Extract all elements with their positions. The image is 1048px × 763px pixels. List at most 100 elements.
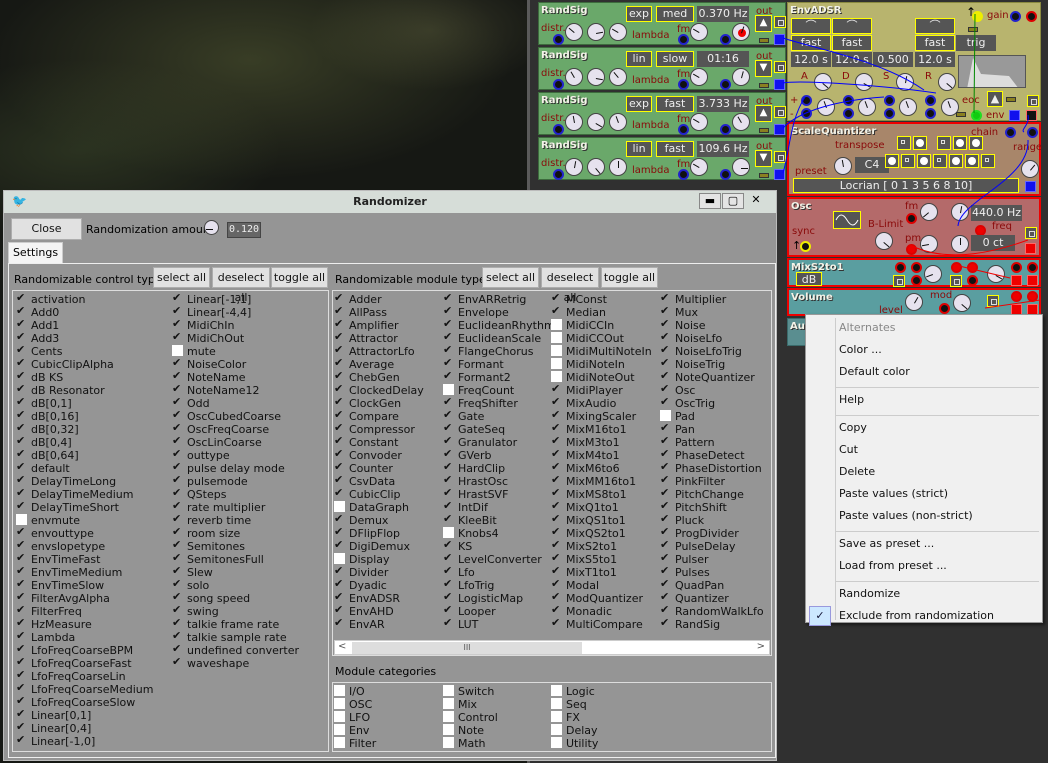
checkbox[interactable]: [334, 553, 345, 564]
checkbox-item[interactable]: FilterAvgAlpha: [16, 590, 110, 605]
checkbox-item[interactable]: LFO: [334, 711, 370, 724]
checkbox-item[interactable]: MixMS8to1: [551, 486, 627, 501]
checkbox[interactable]: [172, 291, 183, 304]
checkbox[interactable]: [660, 486, 671, 499]
checkbox[interactable]: [551, 486, 562, 499]
checkbox-item[interactable]: I/O: [334, 685, 365, 698]
checkbox[interactable]: [334, 603, 345, 616]
checkbox[interactable]: [16, 356, 27, 369]
checkbox-item[interactable]: MixS2to1: [551, 538, 617, 553]
checkbox[interactable]: [172, 629, 183, 642]
checkbox-item[interactable]: CubicClipAlpha: [16, 356, 114, 371]
checkbox[interactable]: [16, 629, 27, 642]
checkbox-item[interactable]: MidiChIn: [172, 317, 234, 332]
checkbox[interactable]: [334, 291, 345, 304]
checkbox[interactable]: [16, 514, 27, 525]
checkbox-item[interactable]: dB[0,64]: [16, 447, 79, 462]
checkbox[interactable]: [660, 330, 671, 343]
checkbox-item[interactable]: pulsemode: [172, 473, 248, 488]
checkbox-item[interactable]: EnvTimeFast: [16, 551, 100, 566]
checkbox[interactable]: [334, 501, 345, 512]
checkbox-item[interactable]: NoiseLfo: [660, 330, 722, 345]
checkbox-item[interactable]: LogisticMap: [443, 590, 523, 605]
checkbox-item[interactable]: FreqShifter: [443, 395, 518, 410]
checkbox-item[interactable]: GateSeq: [443, 421, 505, 436]
checkbox[interactable]: [551, 737, 562, 748]
checkbox-item[interactable]: Compare: [334, 408, 399, 423]
checkbox-item[interactable]: MidiChOut: [172, 330, 244, 345]
checkbox[interactable]: [172, 564, 183, 577]
checkbox[interactable]: [334, 486, 345, 499]
checkbox[interactable]: [443, 551, 454, 564]
menu-item[interactable]: Color ...: [839, 340, 882, 360]
checkbox-item[interactable]: song speed: [172, 590, 250, 605]
checkbox[interactable]: [16, 291, 27, 304]
checkbox-item[interactable]: MidiCCIn: [551, 319, 614, 332]
checkbox-item[interactable]: PitchShift: [660, 499, 727, 514]
checkbox-item[interactable]: MixQ1to1: [551, 499, 619, 514]
checkbox-item[interactable]: DelayTimeShort: [16, 499, 119, 514]
checkbox-item[interactable]: FlangeChorus: [443, 343, 533, 358]
checkbox-item[interactable]: MixM4to1: [551, 447, 620, 462]
checkbox[interactable]: [551, 395, 562, 408]
menu-item[interactable]: Copy: [839, 418, 867, 438]
checkbox[interactable]: [660, 564, 671, 577]
randomization-amount-knob[interactable]: [204, 220, 219, 235]
checkbox[interactable]: [443, 724, 454, 735]
checkbox-item[interactable]: MixM6to6: [551, 460, 620, 475]
checkbox[interactable]: [16, 421, 27, 434]
checkbox-item[interactable]: MidiCCOut: [551, 332, 624, 345]
checkbox-item[interactable]: Delay: [551, 724, 598, 737]
checkbox[interactable]: [334, 408, 345, 421]
checkbox-item[interactable]: EnvARRetrig: [443, 291, 526, 306]
checkbox-item[interactable]: Note: [443, 724, 484, 737]
checkbox[interactable]: [172, 473, 183, 486]
checkbox[interactable]: [443, 460, 454, 473]
checkbox[interactable]: [660, 291, 671, 304]
checkbox-item[interactable]: NoiseLfoTrig: [660, 343, 742, 358]
checkbox[interactable]: [443, 486, 454, 499]
checkbox[interactable]: [16, 642, 27, 655]
menu-item[interactable]: Randomize: [839, 584, 900, 604]
checkbox-item[interactable]: ChebGen: [334, 369, 400, 384]
checkbox-item[interactable]: HardClip: [443, 460, 505, 475]
checkbox-item[interactable]: EnvADSR: [334, 590, 400, 605]
checkbox-item[interactable]: Median: [551, 304, 606, 319]
checkbox-item[interactable]: envslopetype: [16, 538, 105, 553]
checkbox[interactable]: [172, 538, 183, 551]
checkbox[interactable]: [172, 304, 183, 317]
checkbox-item[interactable]: NoteQuantizer: [660, 369, 755, 384]
checkbox-item[interactable]: Compressor: [334, 421, 415, 436]
checkbox[interactable]: [551, 724, 562, 735]
checkbox-item[interactable]: talkie sample rate: [172, 629, 287, 644]
checkbox[interactable]: [172, 616, 183, 629]
checkbox[interactable]: [551, 525, 562, 538]
checkbox[interactable]: [443, 395, 454, 408]
checkbox[interactable]: [172, 486, 183, 499]
maximize-button[interactable]: ▢: [722, 193, 744, 209]
checkbox[interactable]: [16, 733, 27, 746]
checkbox-item[interactable]: envouttype: [16, 525, 94, 540]
checkbox[interactable]: [551, 603, 562, 616]
checkbox[interactable]: [334, 616, 345, 629]
checkbox-item[interactable]: FX: [551, 711, 580, 724]
checkbox[interactable]: [334, 330, 345, 343]
checkbox[interactable]: [16, 473, 27, 486]
checkbox[interactable]: [16, 486, 27, 499]
checkbox[interactable]: [334, 473, 345, 486]
checkbox-item[interactable]: MidiNoteIn: [551, 358, 625, 371]
checkbox-item[interactable]: Utility: [551, 737, 598, 750]
checkbox[interactable]: [172, 330, 183, 343]
checkbox[interactable]: [172, 317, 183, 330]
scrollbar-thumb[interactable]: III: [352, 642, 582, 654]
checkbox-item[interactable]: SemitonesFull: [172, 551, 264, 566]
checkbox[interactable]: [551, 512, 562, 525]
checkbox[interactable]: [551, 711, 562, 722]
checkbox-item[interactable]: MixingScaler: [551, 408, 636, 423]
checkbox[interactable]: [551, 358, 562, 369]
checkbox[interactable]: [660, 603, 671, 616]
checkbox[interactable]: [334, 395, 345, 408]
checkbox[interactable]: [551, 616, 562, 629]
controls-toggle-all[interactable]: toggle all: [271, 267, 328, 288]
checkbox[interactable]: [660, 551, 671, 564]
